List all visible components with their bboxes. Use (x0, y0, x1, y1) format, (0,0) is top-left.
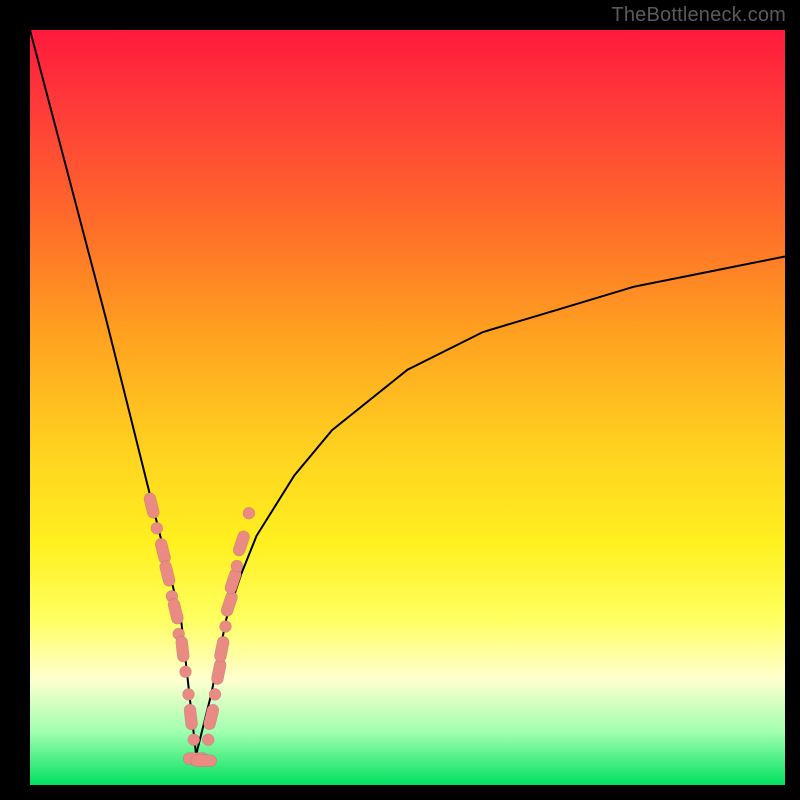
bead-round (243, 507, 255, 519)
bead-round (183, 688, 195, 700)
curve-svg (30, 30, 785, 785)
bead-pill (143, 492, 161, 520)
bead-pill (175, 636, 190, 663)
chart-frame: TheBottleneck.com (0, 0, 800, 800)
bead-pill (232, 529, 252, 557)
bead-pill (213, 635, 230, 663)
bead-pill (210, 658, 227, 686)
bead-pill (158, 560, 176, 588)
bead-markers (143, 492, 255, 767)
bottleneck-curve (30, 30, 785, 755)
bead-pill (220, 590, 240, 618)
bead-round (188, 734, 200, 746)
plot-area (30, 30, 785, 785)
bead-round (231, 560, 243, 572)
bead-pill (202, 703, 220, 731)
watermark-text: TheBottleneck.com (611, 4, 786, 27)
bead-pill (154, 537, 172, 565)
bead-round (151, 522, 163, 534)
bead-round (209, 688, 221, 700)
bead-pill (183, 703, 198, 730)
bead-round (202, 734, 214, 746)
bead-pill (191, 755, 217, 767)
bead-pill (167, 597, 185, 625)
bead-round (180, 666, 192, 678)
bead-round (220, 621, 232, 633)
